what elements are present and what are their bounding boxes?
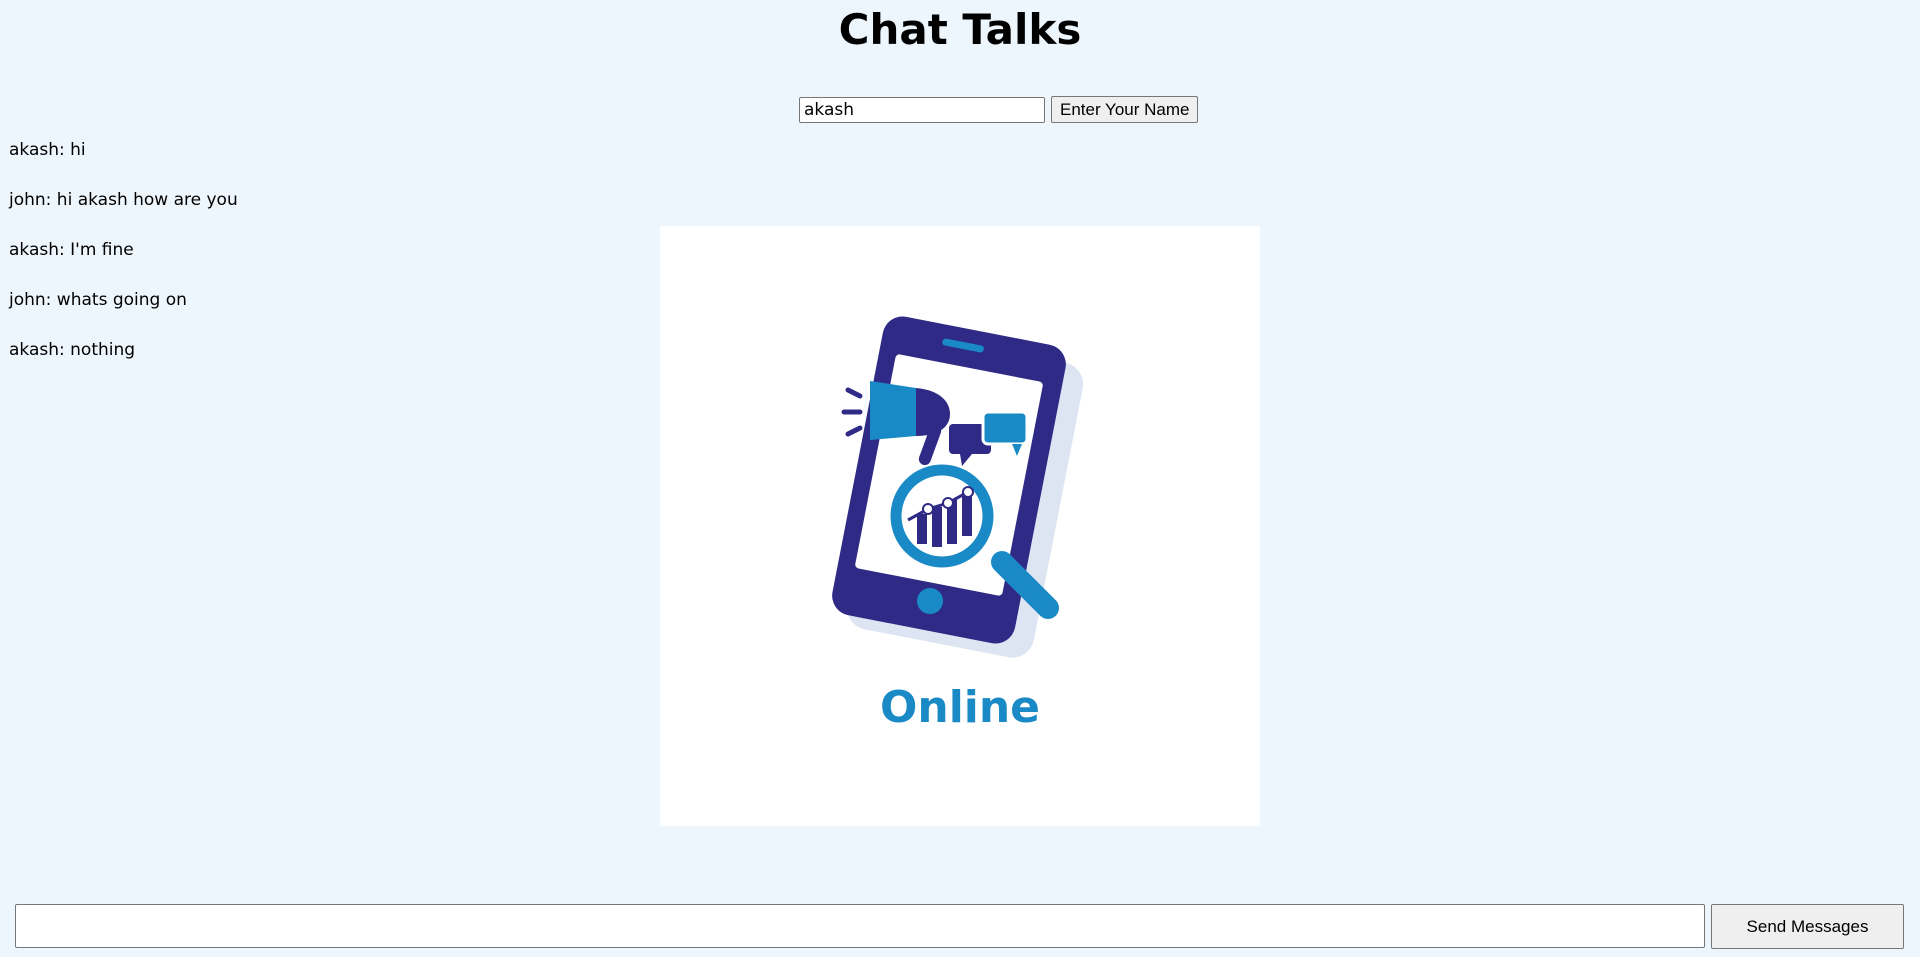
online-illustration: Online — [660, 226, 1260, 826]
message-item: akash: I'm fine — [9, 240, 134, 260]
message-composer: Send Messages — [15, 904, 1904, 949]
name-input[interactable] — [799, 96, 1045, 123]
page-title: Chat Talks — [838, 5, 1082, 54]
enter-name-button[interactable]: Enter Your Name — [1051, 96, 1199, 123]
message-item: john: hi akash how are you — [9, 190, 238, 210]
message-item: akash: nothing — [9, 340, 136, 360]
send-messages-button[interactable]: Send Messages — [1711, 904, 1904, 949]
message-item: akash: hi — [9, 140, 86, 160]
name-form: Enter Your Name — [799, 96, 1199, 123]
phone-marketing-icon: Online — [832, 316, 1084, 733]
message-list: akash: hi john: hi akash how are you aka… — [9, 138, 238, 388]
message-input[interactable] — [15, 904, 1705, 948]
online-caption: Online — [880, 682, 1040, 733]
message-item: john: whats going on — [9, 290, 187, 310]
chat-page: Chat Talks Enter Your Name akash: hi joh… — [0, 0, 1920, 957]
